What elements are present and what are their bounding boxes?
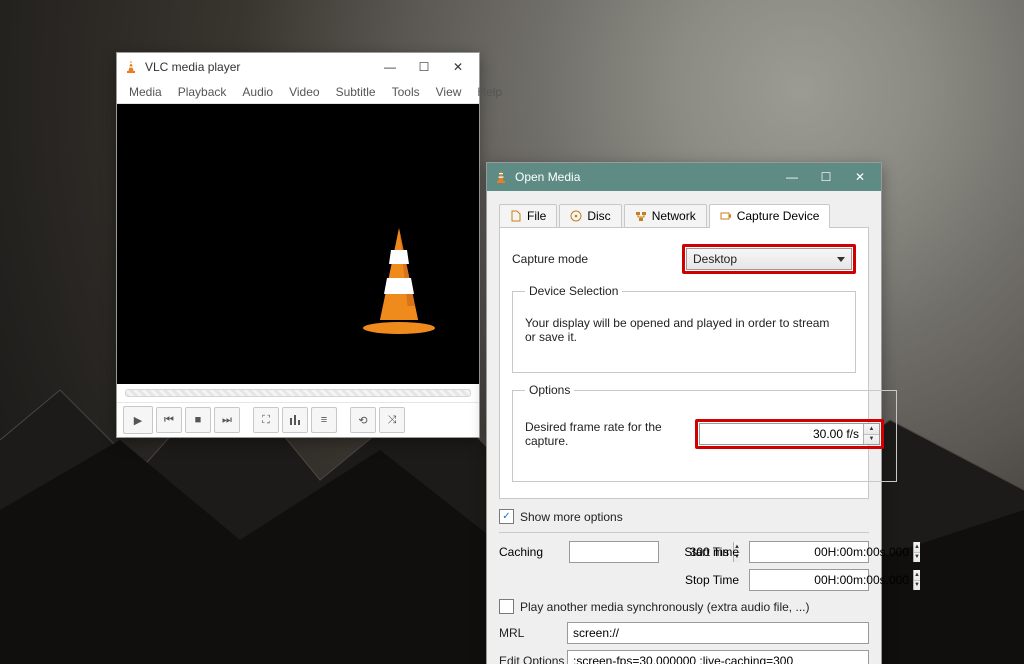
show-more-options-checkbox[interactable]: ✓ <box>499 509 514 524</box>
tab-disc-label: Disc <box>587 209 610 223</box>
mrl-label: MRL <box>499 626 567 640</box>
show-more-options-label: Show more options <box>520 510 623 524</box>
equalizer-button[interactable] <box>282 407 308 433</box>
play-button[interactable]: ▶ <box>123 406 153 434</box>
dialog-minimize-button[interactable]: — <box>775 163 809 191</box>
spin-buttons[interactable]: ▲▼ <box>913 542 920 562</box>
menu-media[interactable]: Media <box>129 85 162 99</box>
maximize-button[interactable]: ☐ <box>407 53 441 81</box>
open-media-dialog: Open Media — ☐ ✕ File Disc Network <box>486 162 882 664</box>
prev-button[interactable]: ⏮ <box>156 407 182 433</box>
menu-video[interactable]: Video <box>289 85 319 99</box>
playlist-button[interactable]: ≡ <box>311 407 337 433</box>
tab-capture-label: Capture Device <box>737 209 820 223</box>
spin-buttons[interactable]: ▲▼ <box>913 570 920 590</box>
start-time-input[interactable] <box>750 543 913 561</box>
vlc-cone-logo <box>360 224 438 334</box>
device-selection-text: Your display will be opened and played i… <box>525 310 843 360</box>
play-another-label: Play another media synchronously (extra … <box>520 600 809 614</box>
stop-button[interactable]: ■ <box>185 407 211 433</box>
frame-rate-input[interactable] <box>700 425 863 443</box>
mrl-input[interactable]: screen:// <box>567 622 869 644</box>
shuffle-button[interactable]: ⤨ <box>379 407 405 433</box>
dialog-title: Open Media <box>515 170 775 184</box>
menu-playback[interactable]: Playback <box>178 85 227 99</box>
frame-rate-label: Desired frame rate for the capture. <box>525 420 695 448</box>
equalizer-icon <box>289 414 301 426</box>
frame-rate-spinbox[interactable]: ▲▼ <box>699 423 880 445</box>
menu-audio[interactable]: Audio <box>242 85 273 99</box>
dialog-titlebar[interactable]: Open Media — ☐ ✕ <box>487 163 881 191</box>
next-button[interactable]: ⏭ <box>214 407 240 433</box>
tab-file[interactable]: File <box>499 204 557 227</box>
capture-icon <box>720 210 732 222</box>
edit-options-value: :screen-fps=30.000000 :live-caching=300 <box>573 654 793 664</box>
vlc-cone-icon <box>123 59 139 75</box>
caching-label: Caching <box>499 545 559 559</box>
loop-button[interactable]: ⟲ <box>350 407 376 433</box>
dialog-maximize-button[interactable]: ☐ <box>809 163 843 191</box>
disc-icon <box>570 210 582 222</box>
tab-disc[interactable]: Disc <box>559 204 621 227</box>
menu-tools[interactable]: Tools <box>392 85 420 99</box>
minimize-button[interactable]: — <box>373 53 407 81</box>
video-area[interactable] <box>117 104 479 384</box>
device-selection-group: Device Selection Your display will be op… <box>512 284 856 373</box>
spin-buttons[interactable]: ▲▼ <box>863 424 879 444</box>
stop-time-label: Stop Time <box>679 573 739 587</box>
capture-mode-value: Desktop <box>693 252 737 266</box>
seek-bar[interactable] <box>117 384 479 402</box>
capture-panel: Capture mode Desktop Device Selection Yo… <box>499 228 869 499</box>
dialog-tabs: File Disc Network Capture Device <box>499 199 869 228</box>
capture-mode-label: Capture mode <box>512 252 682 266</box>
edit-options-input[interactable]: :screen-fps=30.000000 :live-caching=300 <box>567 650 869 664</box>
network-icon <box>635 210 647 222</box>
dialog-close-button[interactable]: ✕ <box>843 163 877 191</box>
main-menubar: Media Playback Audio Video Subtitle Tool… <box>117 81 479 104</box>
main-window-title: VLC media player <box>145 60 373 74</box>
file-icon <box>510 210 522 222</box>
tab-file-label: File <box>527 209 546 223</box>
menu-help[interactable]: Help <box>477 85 502 99</box>
start-time-label: Start Time <box>679 545 739 559</box>
start-time-spinbox[interactable]: ▲▼ <box>749 541 869 563</box>
vlc-main-window: VLC media player — ☐ ✕ Media Playback Au… <box>116 52 480 438</box>
desktop: VLC media player — ☐ ✕ Media Playback Au… <box>0 0 1024 664</box>
play-another-checkbox[interactable] <box>499 599 514 614</box>
close-button[interactable]: ✕ <box>441 53 475 81</box>
menu-view[interactable]: View <box>436 85 462 99</box>
more-options-grid: Caching ▲▼ Start Time ▲▼ Stop Time ▲▼ <box>499 541 869 591</box>
options-legend: Options <box>525 383 574 397</box>
fullscreen-button[interactable]: ⛶ <box>253 407 279 433</box>
chevron-down-icon <box>837 257 845 262</box>
playback-controls: ▶ ⏮ ■ ⏭ ⛶ ≡ ⟲ ⤨ <box>117 402 479 437</box>
vlc-cone-icon <box>493 169 509 185</box>
options-group: Options Desired frame rate for the captu… <box>512 383 897 482</box>
stop-time-input[interactable] <box>750 571 913 589</box>
main-titlebar[interactable]: VLC media player — ☐ ✕ <box>117 53 479 81</box>
mrl-value: screen:// <box>573 626 619 640</box>
tab-capture-device[interactable]: Capture Device <box>709 204 831 227</box>
caching-spinbox[interactable]: ▲▼ <box>569 541 659 563</box>
tab-network-label: Network <box>652 209 696 223</box>
stop-time-spinbox[interactable]: ▲▼ <box>749 569 869 591</box>
tab-network[interactable]: Network <box>624 204 707 227</box>
edit-options-label: Edit Options <box>499 654 567 664</box>
capture-mode-highlight: Desktop <box>682 244 856 274</box>
device-selection-legend: Device Selection <box>525 284 622 298</box>
menu-subtitle[interactable]: Subtitle <box>336 85 376 99</box>
capture-mode-select[interactable]: Desktop <box>686 248 852 270</box>
divider <box>499 532 869 533</box>
frame-rate-highlight: ▲▼ <box>695 419 884 449</box>
